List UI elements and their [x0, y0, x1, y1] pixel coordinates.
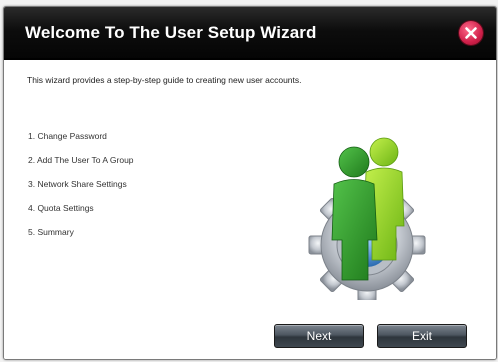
title-bar: Welcome To The User Setup Wizard [4, 7, 496, 60]
list-item: 1. Change Password [28, 131, 107, 141]
close-button[interactable] [459, 21, 483, 45]
dialog-title: Welcome To The User Setup Wizard [25, 23, 317, 42]
list-item: 2. Add The User To A Group [28, 155, 134, 165]
users-gear-icon [308, 137, 426, 300]
list-item: 3. Network Share Settings [28, 179, 127, 189]
list-item: 5. Summary [28, 227, 74, 237]
close-icon [465, 27, 477, 39]
wizard-content: This wizard provides a step-by-step guid… [4, 60, 496, 359]
wizard-dialog: Welcome To The User Setup Wizard This wi… [3, 6, 497, 360]
intro-text: This wizard provides a step-by-step guid… [27, 75, 302, 85]
next-button[interactable]: Next [274, 324, 364, 348]
list-item: 4. Quota Settings [28, 203, 94, 213]
steps-list: 1. Change Password 2. Add The User To A … [28, 130, 134, 250]
exit-button[interactable]: Exit [377, 324, 467, 348]
